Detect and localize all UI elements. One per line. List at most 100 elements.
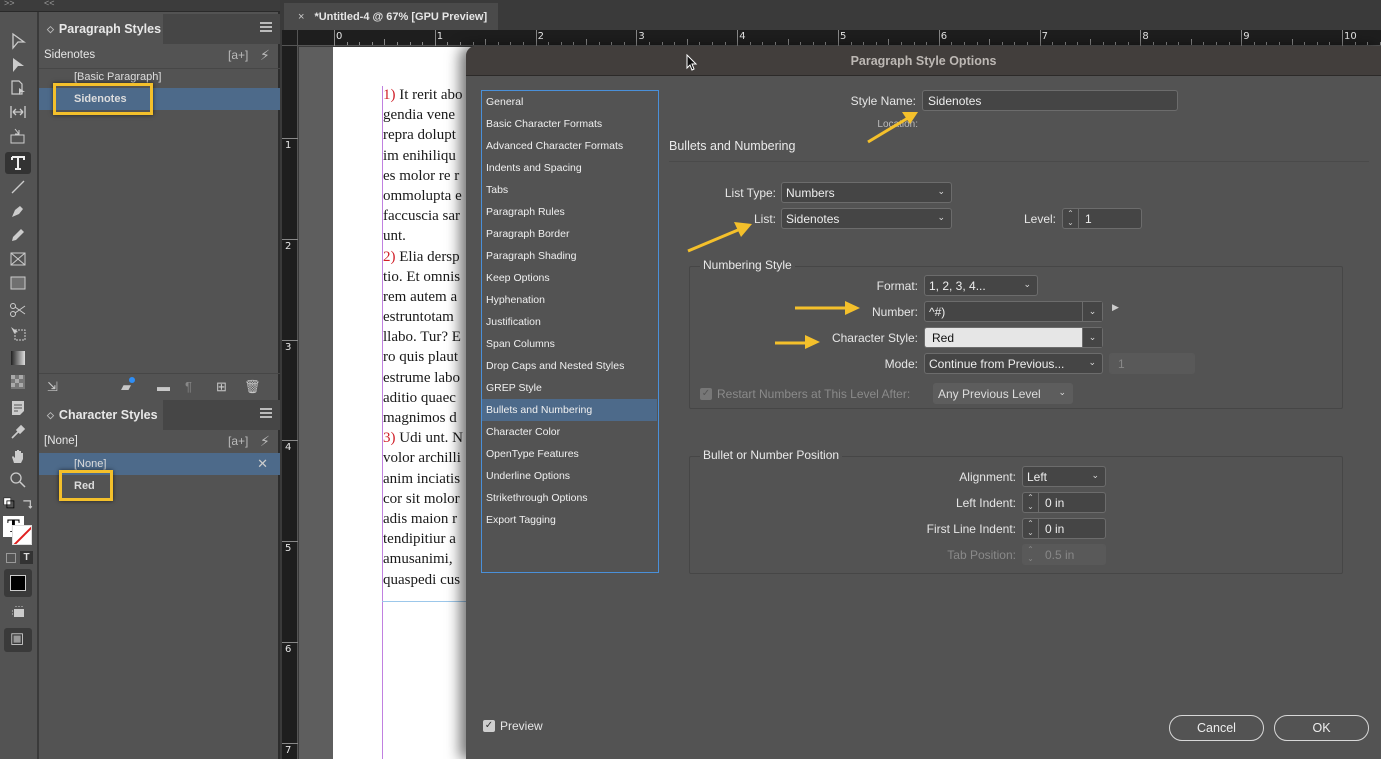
restart-after-dropdown[interactable]: Any Previous Level ⌄: [933, 383, 1073, 404]
panel-menu-icon[interactable]: [260, 22, 272, 32]
tab-character-styles[interactable]: ◇ Character Styles: [39, 400, 163, 430]
hand-tool[interactable]: [5, 445, 31, 467]
stepper-arrows-icon[interactable]: ⌃ ⌄: [1023, 493, 1039, 512]
style-name-input[interactable]: Sidenotes: [922, 90, 1178, 111]
stepper-arrows-icon[interactable]: ⌃ ⌄: [1063, 209, 1079, 228]
category-item[interactable]: Hyphenation: [482, 289, 657, 311]
category-item[interactable]: Strikethrough Options: [482, 487, 657, 509]
free-transform-tool[interactable]: [5, 323, 31, 345]
load-styles-icon[interactable]: ⇲: [47, 379, 58, 395]
document-tab[interactable]: × *Untitled-4 @ 67% [GPU Preview]: [284, 3, 498, 30]
ruler-origin[interactable]: [282, 30, 298, 46]
rectangle-tool[interactable]: [5, 272, 31, 294]
line-tool[interactable]: [5, 176, 31, 198]
page-tool[interactable]: [5, 77, 31, 99]
pencil-tool[interactable]: [5, 224, 31, 246]
left-indent-stepper[interactable]: ⌃ ⌄ 0 in: [1022, 492, 1106, 513]
category-item[interactable]: Drop Caps and Nested Styles: [482, 355, 657, 377]
scissors-tool[interactable]: [5, 299, 31, 321]
collapse-panels-button[interactable]: <<: [44, 0, 55, 8]
category-item[interactable]: Character Color: [482, 421, 657, 443]
new-style-group-icon[interactable]: [a+]: [228, 48, 248, 62]
swap-fill-stroke[interactable]: [2, 493, 36, 515]
tab-paragraph-styles[interactable]: ◇ Paragraph Styles: [39, 14, 163, 44]
category-item[interactable]: Paragraph Shading: [482, 245, 657, 267]
restart-numbers-checkbox[interactable]: ✓: [700, 388, 712, 400]
pen-tool[interactable]: [5, 200, 31, 222]
type-tool[interactable]: [5, 152, 31, 174]
ruler-minor-tick: [460, 42, 461, 45]
list-type-dropdown[interactable]: Numbers ⌄: [781, 182, 952, 203]
category-item[interactable]: Paragraph Border: [482, 223, 657, 245]
new-style-icon[interactable]: ⊞: [216, 379, 227, 395]
category-item[interactable]: Bullets and Numbering: [482, 399, 657, 421]
insert-special-character-icon[interactable]: ▶: [1112, 302, 1119, 313]
category-item[interactable]: Export Tagging: [482, 509, 657, 531]
category-item[interactable]: Advanced Character Formats: [482, 135, 657, 157]
tab-position-stepper[interactable]: ⌃ ⌄ 0.5 in: [1022, 544, 1106, 565]
number-combobox[interactable]: ^#) ⌄: [924, 301, 1103, 322]
rectangle-frame-tool[interactable]: [5, 248, 31, 270]
category-item[interactable]: GREP Style: [482, 377, 657, 399]
category-item[interactable]: Span Columns: [482, 333, 657, 355]
alignment-dropdown[interactable]: Left ⌄: [1022, 466, 1106, 487]
ok-button[interactable]: OK: [1274, 715, 1369, 741]
fill-stroke-swatch[interactable]: T: [3, 516, 33, 546]
preview-checkbox[interactable]: ✓: [483, 720, 495, 732]
zoom-tool[interactable]: [5, 469, 31, 491]
category-item[interactable]: Justification: [482, 311, 657, 333]
normal-view-mode-button[interactable]: [4, 569, 32, 597]
category-item[interactable]: General: [482, 91, 657, 113]
ruler-minor-tick: [422, 42, 424, 45]
close-tab-icon[interactable]: ×: [298, 11, 304, 23]
lightning-icon[interactable]: ⚡︎: [260, 47, 270, 64]
category-list[interactable]: General Basic Character Formats Advanced C…: [481, 90, 659, 573]
category-item[interactable]: Underline Options: [482, 465, 657, 487]
lightning-icon[interactable]: ⚡︎: [260, 433, 270, 450]
gradient-swatch-tool[interactable]: [5, 347, 31, 369]
dialog-title[interactable]: Paragraph Style Options: [466, 46, 1381, 76]
category-item[interactable]: Indents and Spacing: [482, 157, 657, 179]
category-item[interactable]: OpenType Features: [482, 443, 657, 465]
type-tool-icon: [11, 156, 25, 170]
note-tool[interactable]: [5, 397, 31, 419]
gap-tool-icon: [10, 106, 26, 118]
horizontal-ruler[interactable]: 0 1 2 3 4 5 6 7 8 9 10: [282, 30, 1381, 46]
eyedropper-tool[interactable]: [5, 421, 31, 443]
stepper-value: 0 in: [1045, 496, 1065, 510]
preview-mode-button[interactable]: [4, 628, 32, 652]
formatting-container-icon[interactable]: [6, 553, 16, 563]
content-collector-tool[interactable]: [5, 125, 31, 147]
new-style-group-icon[interactable]: [a+]: [228, 434, 248, 448]
list-dropdown[interactable]: Sidenotes ⌄: [781, 208, 952, 229]
chevron-down-icon[interactable]: ⌄: [1082, 302, 1102, 321]
vertical-ruler[interactable]: 1 2 3 4 5 6 7: [282, 46, 298, 759]
selection-tool[interactable]: [5, 30, 31, 52]
gradient-feather-tool[interactable]: [5, 371, 31, 393]
level-stepper[interactable]: ⌃ ⌄ 1: [1062, 208, 1142, 229]
category-item[interactable]: Keep Options: [482, 267, 657, 289]
formatting-text-icon[interactable]: T: [20, 551, 33, 564]
gap-tool[interactable]: [5, 101, 31, 123]
expand-toolbar-button[interactable]: >>: [4, 0, 15, 8]
delete-style-icon[interactable]: 🗑︎: [244, 379, 261, 395]
mode-dropdown[interactable]: Continue from Previous... ⌄: [924, 353, 1103, 374]
new-group-folder-icon[interactable]: ▬: [157, 379, 170, 394]
clear-overrides-icon[interactable]: ¶: [185, 379, 192, 394]
category-item[interactable]: Tabs: [482, 179, 657, 201]
stepper-arrows-icon[interactable]: ⌃ ⌄: [1023, 519, 1039, 538]
character-style-dropdown[interactable]: Red ⌄: [924, 327, 1103, 348]
screen-mode-button[interactable]: [5, 600, 31, 622]
cancel-button[interactable]: Cancel: [1169, 715, 1264, 741]
direct-selection-tool[interactable]: [5, 54, 31, 76]
ruler-minor-tick: [397, 42, 398, 45]
format-dropdown[interactable]: 1, 2, 3, 4... ⌄: [924, 275, 1038, 296]
text-line: estrume labo: [383, 368, 473, 388]
line-text: tio. Et omnis: [383, 268, 461, 285]
first-line-indent-stepper[interactable]: ⌃ ⌄ 0 in: [1022, 518, 1106, 539]
text-frame[interactable]: 1) It rerit abo gendia vene repra dolupt im…: [383, 85, 473, 590]
panel-menu-icon[interactable]: [260, 408, 272, 418]
category-item[interactable]: Basic Character Formats: [482, 113, 657, 135]
mode-start-input[interactable]: 1: [1109, 353, 1195, 374]
category-item[interactable]: Paragraph Rules: [482, 201, 657, 223]
